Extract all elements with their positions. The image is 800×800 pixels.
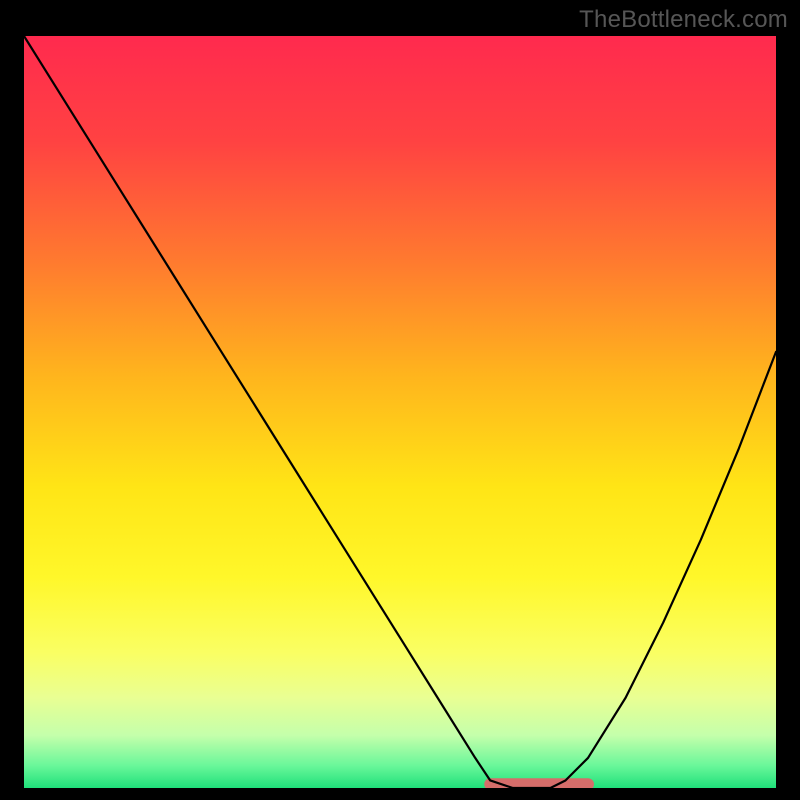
watermark-label: TheBottleneck.com (579, 6, 788, 34)
chart-canvas: TheBottleneck.com (0, 0, 800, 800)
curve-layer (24, 36, 776, 788)
bottleneck-curve (24, 36, 776, 788)
plot-area (24, 36, 776, 776)
